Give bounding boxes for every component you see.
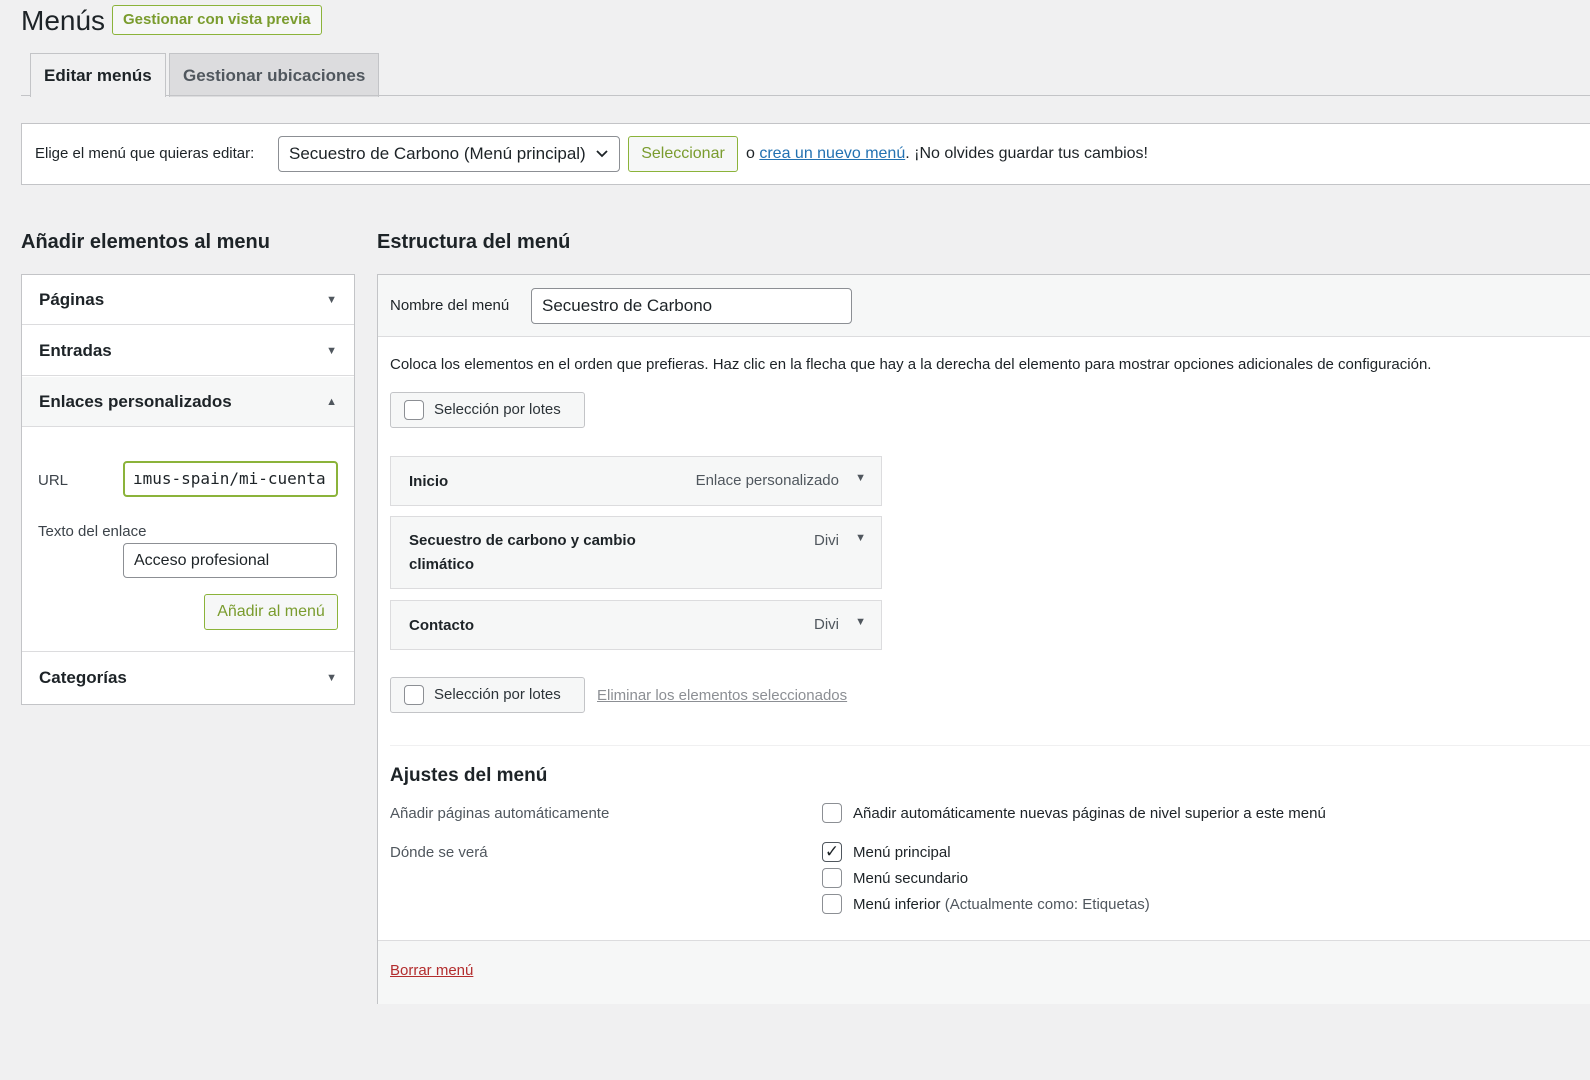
menu-item-title: Inicio: [409, 473, 449, 490]
accordion-categories[interactable]: Categorías ▼: [22, 653, 354, 703]
bulk-select-bottom[interactable]: Selección por lotes: [390, 677, 585, 713]
accordion-categories-label: Categorías: [39, 668, 127, 687]
note-prefix: o: [746, 145, 760, 162]
location-primary-label: Menú principal: [853, 844, 951, 861]
menu-item[interactable]: Inicio Enlace personalizado ▼: [390, 456, 882, 506]
bulk-select-checkbox[interactable]: [404, 400, 424, 420]
menu-structure-panel: Nombre del menú Secuestro de Carbono Col…: [377, 274, 1590, 1004]
menu-select-dropdown[interactable]: Secuestro de Carbono (Menú principal): [278, 136, 620, 172]
menu-item-title-line1: Secuestro de carbono y cambio: [409, 532, 636, 549]
location-footer-note: (Actualmente como: Etiquetas): [940, 896, 1150, 913]
menu-item-type: Divi: [814, 616, 839, 633]
delete-selected-link[interactable]: Eliminar los elementos seleccionados: [597, 687, 847, 704]
display-location-label: Dónde se verá: [390, 844, 488, 861]
menu-select-label: Elige el menú que quieras editar:: [35, 145, 255, 162]
url-input[interactable]: ımus-spain/mi-cuenta: [123, 461, 338, 497]
menu-item-title-line2: climático: [409, 556, 475, 573]
create-menu-note: o crea un nuevo menú. ¡No olvides guarda…: [746, 145, 1148, 163]
menu-name-bar: Nombre del menú Secuestro de Carbono: [378, 275, 1590, 337]
accordion-custom-links-label: Enlaces personalizados: [39, 392, 232, 411]
accordion-pages-label: Páginas: [39, 290, 105, 309]
menu-structure-footer: Borrar menú: [378, 940, 1590, 1004]
triangle-down-icon[interactable]: ▼: [855, 616, 866, 628]
bulk-select-top[interactable]: Selección por lotes: [390, 392, 585, 428]
link-text-label: Texto del enlace: [38, 523, 147, 540]
triangle-down-icon[interactable]: ▼: [855, 532, 866, 544]
auto-add-option-label: Añadir automáticamente nuevas páginas de…: [853, 805, 1326, 822]
tab-manage-locations[interactable]: Gestionar ubicaciones: [169, 53, 380, 97]
location-footer-checkbox[interactable]: [822, 894, 842, 914]
chevron-down-icon: [595, 137, 609, 183]
tabs-divider: [21, 95, 1590, 96]
menu-item-title: Contacto: [409, 617, 474, 634]
checkmark-icon: ✓: [824, 842, 840, 861]
menu-item[interactable]: Secuestro de carbono y cambio climático …: [390, 516, 882, 589]
settings-divider: [390, 745, 1590, 746]
tab-edit-menus[interactable]: Editar menús: [30, 53, 166, 97]
delete-menu-link[interactable]: Borrar menú: [390, 962, 473, 979]
menu-item-type: Divi: [814, 532, 839, 549]
location-footer-text: Menú inferior (Actualmente como: Etiquet…: [853, 894, 1150, 916]
add-items-accordion: Páginas ▼ Entradas ▼ Enlaces personaliza…: [21, 274, 355, 705]
url-label: URL: [38, 472, 69, 489]
accordion-pages[interactable]: Páginas ▼: [22, 275, 354, 325]
menu-instructions: Coloca los elementos en el orden que pre…: [390, 356, 1432, 373]
menu-select-value: Secuestro de Carbono (Menú principal): [289, 144, 586, 163]
menu-structure-title: Estructura del menú: [377, 231, 571, 253]
menu-name-label: Nombre del menú: [390, 297, 510, 314]
menu-settings-title: Ajustes del menú: [390, 765, 548, 786]
location-secondary-checkbox[interactable]: [822, 868, 842, 888]
bulk-select-label: Selección por lotes: [434, 401, 561, 418]
location-primary-checkbox[interactable]: ✓: [822, 842, 842, 862]
triangle-down-icon: ▼: [326, 294, 337, 306]
accordion-posts[interactable]: Entradas ▼: [22, 326, 354, 376]
location-footer-label: Menú inferior: [853, 896, 941, 913]
custom-links-panel: URL ımus-spain/mi-cuenta Texto del enlac…: [22, 428, 354, 652]
page-title: Menús: [21, 5, 106, 36]
triangle-up-icon: ▲: [326, 396, 337, 408]
add-to-menu-button[interactable]: Añadir al menú: [204, 594, 338, 630]
link-text-input[interactable]: Acceso profesional: [123, 543, 337, 578]
accordion-posts-label: Entradas: [39, 341, 112, 360]
triangle-down-icon: ▼: [326, 672, 337, 684]
accordion-custom-links[interactable]: Enlaces personalizados ▲: [22, 377, 354, 427]
bulk-select-label: Selección por lotes: [434, 686, 561, 703]
triangle-down-icon: ▼: [326, 345, 337, 357]
triangle-down-icon[interactable]: ▼: [855, 472, 866, 484]
menu-item-type: Enlace personalizado: [695, 472, 839, 489]
menu-name-input[interactable]: Secuestro de Carbono: [531, 288, 852, 324]
menu-select-bar: Elige el menú que quieras editar: Secues…: [21, 123, 1590, 185]
auto-add-label: Añadir páginas automáticamente: [390, 805, 610, 822]
add-items-title: Añadir elementos al menu: [21, 231, 270, 253]
location-secondary-label: Menú secundario: [853, 870, 969, 887]
menu-item[interactable]: Contacto Divi ▼: [390, 600, 882, 650]
manage-with-preview-button[interactable]: Gestionar con vista previa: [112, 5, 322, 35]
note-suffix: . ¡No olvides guardar tus cambios!: [905, 145, 1148, 162]
auto-add-checkbox[interactable]: [822, 803, 842, 823]
bulk-select-checkbox[interactable]: [404, 685, 424, 705]
create-new-menu-link[interactable]: crea un nuevo menú: [759, 145, 905, 162]
select-menu-button[interactable]: Seleccionar: [628, 136, 738, 172]
